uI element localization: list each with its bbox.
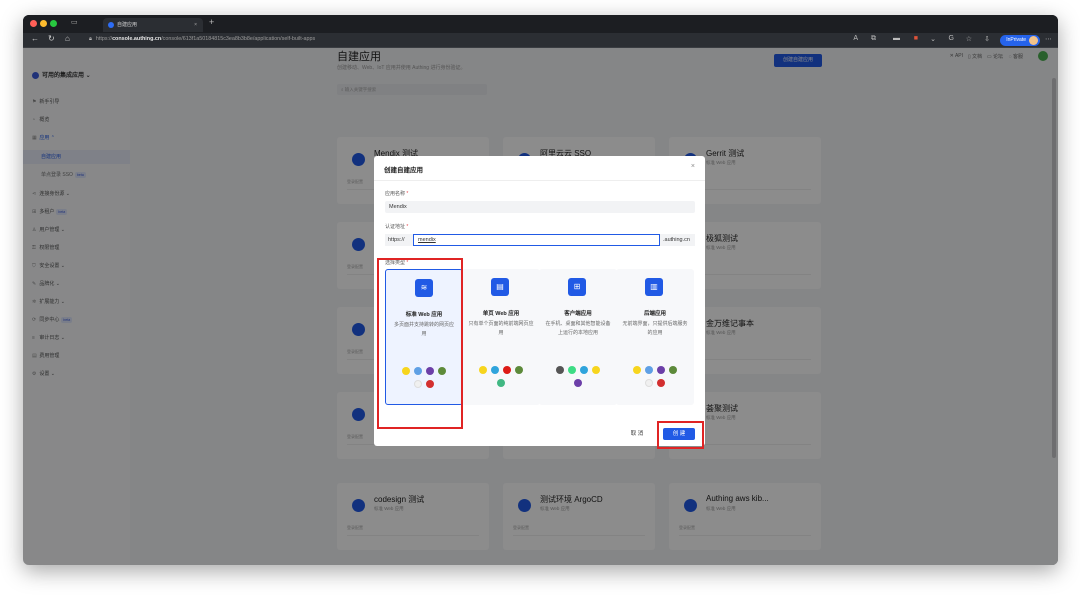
tech-logos xyxy=(539,365,617,391)
close-window-icon[interactable] xyxy=(30,20,37,27)
tab-bar: ▭ 自建应用 × + xyxy=(23,15,1058,33)
flutter-icon xyxy=(580,366,588,375)
backend-icon: ▥ xyxy=(645,278,663,296)
app-name-input[interactable]: Mendix xyxy=(385,201,695,213)
chevron-down-icon[interactable]: ⌄ xyxy=(930,35,936,43)
type-name: 客户端应用 xyxy=(564,311,592,317)
type-name: 后端应用 xyxy=(643,311,666,317)
read-aloud-icon[interactable]: A xyxy=(853,35,858,42)
type-name: 单页 Web 应用 xyxy=(482,311,520,317)
close-icon[interactable]: × xyxy=(691,163,695,170)
java-icon xyxy=(645,379,653,388)
tab-self-built-apps[interactable]: 自建应用 × xyxy=(103,18,203,32)
auth-url-prefix: https:// xyxy=(385,234,413,246)
auth-url-input[interactable]: mendix xyxy=(413,234,660,246)
close-tab-icon[interactable]: × xyxy=(194,18,197,32)
python-icon xyxy=(645,366,653,375)
refresh-extension-icon[interactable]: G xyxy=(949,35,954,42)
ios-icon xyxy=(556,366,564,375)
type-description: 只有单个页面的纯前端网页应用 xyxy=(468,321,534,336)
js-icon xyxy=(479,366,487,375)
auth-url-suffix: .authing.cn xyxy=(660,234,695,246)
cancel-button[interactable]: 取 消 xyxy=(622,428,652,440)
inprivate-label: InPrivate xyxy=(1006,37,1026,43)
highlight-box-create xyxy=(657,421,704,449)
react-icon xyxy=(491,366,499,375)
tech-logos xyxy=(462,365,540,391)
download-icon[interactable]: ⇩ xyxy=(984,35,990,43)
vue-icon xyxy=(497,379,505,388)
auth-url-label-text: 认证地址 xyxy=(385,224,406,230)
reload-icon[interactable]: ↻ xyxy=(48,34,55,43)
dialog-title: 创建自建应用 xyxy=(384,167,423,174)
highlight-box-type xyxy=(377,258,463,429)
new-tab-icon[interactable]: + xyxy=(209,17,214,27)
auth-url-value: mendix xyxy=(418,237,436,243)
url-scheme: https:// xyxy=(95,36,113,42)
url-host: console.authing.cn xyxy=(112,36,162,42)
type-card-spa[interactable]: ▤ 单页 Web 应用 只有单个页面的纯前端网页应用 xyxy=(462,269,540,405)
url-field[interactable]: 🔒︎ https://console.authing.cn/console/613… xyxy=(89,36,315,43)
required-mark: * xyxy=(406,191,409,197)
js-icon xyxy=(592,366,600,375)
type-description: 无前端界面，只提供后端服务的应用 xyxy=(622,321,688,336)
auth-url-group: https:// mendix .authing.cn xyxy=(385,234,695,246)
authing-favicon-icon xyxy=(108,22,114,28)
app-name-label: 应用名称 * xyxy=(385,190,408,197)
type-card-backend[interactable]: ▥ 后端应用 无前端界面，只提供后端服务的应用 xyxy=(616,269,694,405)
type-card-client[interactable]: ⊞ 客户端应用 在手机、桌面和其他智能设备上运行的本地应用 xyxy=(539,269,617,405)
node-icon xyxy=(515,366,523,375)
divider xyxy=(374,180,705,181)
extensions-icon[interactable]: ⧉ xyxy=(871,35,876,43)
csharp-icon xyxy=(657,366,665,375)
minimize-window-icon[interactable] xyxy=(40,20,47,27)
inprivate-badge[interactable]: InPrivate xyxy=(1000,35,1040,46)
android-icon xyxy=(568,366,576,375)
tab-actions-icon[interactable]: ▭ xyxy=(71,18,78,26)
app-name-label-text: 应用名称 xyxy=(385,191,406,197)
js-icon xyxy=(633,366,641,375)
pdf-icon[interactable]: ■ xyxy=(914,35,918,42)
csharp-icon xyxy=(574,379,582,388)
browser-window: ▭ 自建应用 × + ← ↻ ⌂ 🔒︎ https://console.authi… xyxy=(23,15,1058,565)
node-icon xyxy=(669,366,677,375)
required-mark: * xyxy=(406,224,409,230)
back-icon[interactable]: ← xyxy=(31,34,39,43)
lock-icon: 🔒︎ xyxy=(89,36,92,42)
angular-icon xyxy=(503,366,511,375)
profile-avatar xyxy=(1029,36,1038,45)
maximize-window-icon[interactable] xyxy=(50,20,57,27)
url-path: /console/613f1a50184815c3ea8b3b8e/applic… xyxy=(161,36,316,42)
tab-title: 自建应用 xyxy=(117,22,138,28)
media-icon[interactable]: ▬ xyxy=(893,35,900,42)
more-menu-icon[interactable]: ⋯ xyxy=(1045,35,1052,43)
spa-icon: ▤ xyxy=(491,278,509,296)
ruby-icon xyxy=(657,379,665,388)
tech-logos xyxy=(616,365,694,391)
type-description: 在手机、桌面和其他智能设备上运行的本地应用 xyxy=(545,321,611,336)
address-bar: ← ↻ ⌂ 🔒︎ https://console.authing.cn/conso… xyxy=(23,33,1058,48)
client-app-icon: ⊞ xyxy=(568,278,586,296)
auth-url-label: 认证地址 * xyxy=(385,223,408,230)
favorites-icon[interactable]: ☆ xyxy=(966,35,972,43)
home-icon[interactable]: ⌂ xyxy=(65,34,70,43)
